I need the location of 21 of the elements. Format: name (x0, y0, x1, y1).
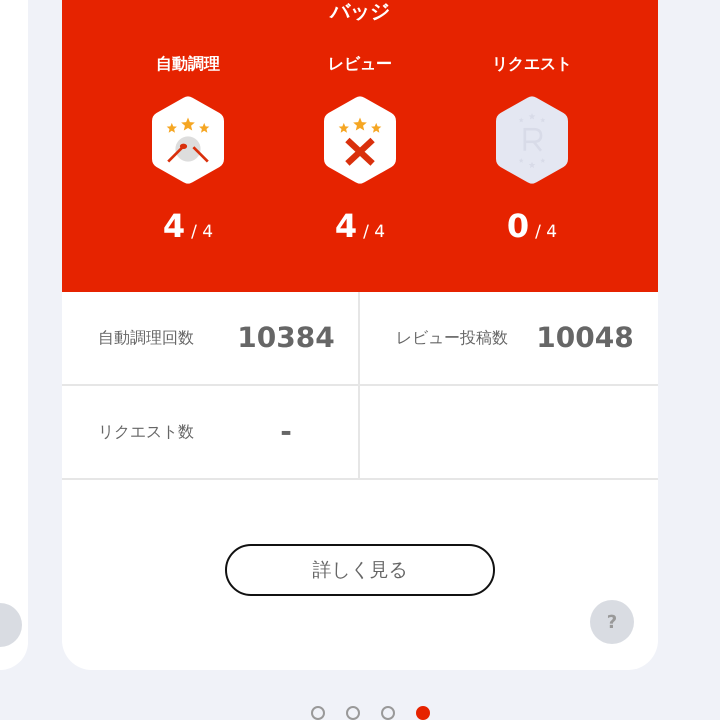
stat-label: リクエスト数 (98, 421, 195, 443)
badge-label: レビュー (328, 53, 392, 75)
page-dot[interactable] (380, 706, 394, 720)
badge-count: 4 (334, 210, 358, 242)
details-button[interactable]: 詳しく見る (225, 544, 495, 596)
badge-count: 0 (506, 210, 530, 242)
badge-total: / 4 (191, 221, 214, 244)
badge-total: / 4 (535, 221, 558, 244)
stat-value: - (279, 414, 293, 450)
badge-total: / 4 (363, 221, 386, 244)
page-dot[interactable] (416, 706, 430, 720)
badge-label: リクエスト (492, 53, 572, 75)
card-title: バッジ (328, 0, 391, 22)
page-dot[interactable] (310, 706, 324, 720)
stat-label: レビュー投稿数 (396, 327, 509, 349)
stat-value: 10048 (535, 320, 635, 356)
badge-label: 自動調理 (156, 53, 220, 75)
badge-count: 4 (162, 210, 186, 242)
page-dot[interactable] (346, 706, 360, 720)
stat-value: 10384 (236, 320, 336, 356)
stat-label: 自動調理回数 (98, 327, 195, 349)
